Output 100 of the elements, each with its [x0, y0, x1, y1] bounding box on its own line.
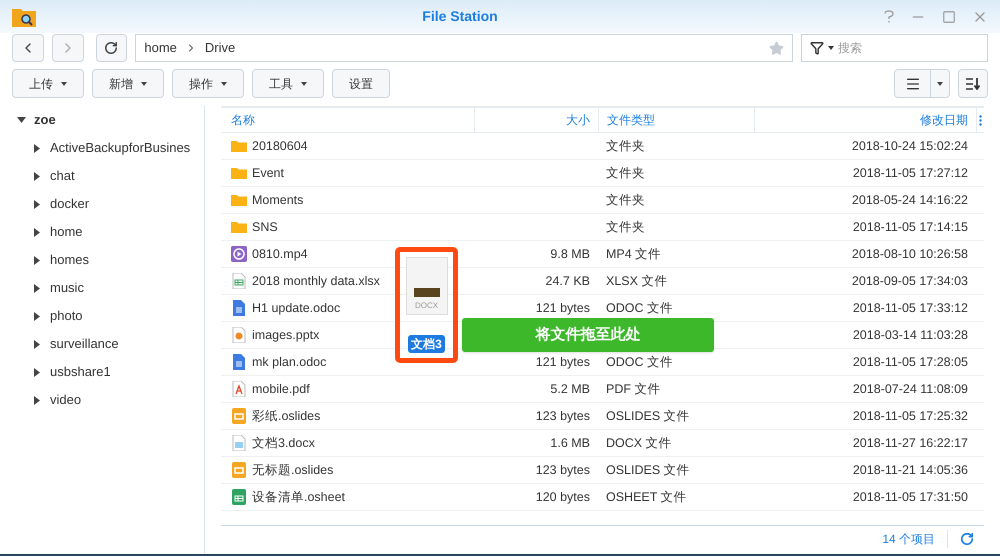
- caret-down-icon[interactable]: [16, 117, 26, 123]
- modified-date: 2018-08-10 10:26:58: [852, 246, 968, 263]
- column-header[interactable]: 名称: [221, 111, 474, 129]
- file-name[interactable]: 0810.mp4: [252, 244, 308, 264]
- refresh-button[interactable]: [96, 34, 128, 62]
- caret-right-icon[interactable]: [34, 144, 40, 152]
- tree-item[interactable]: chat: [50, 166, 75, 186]
- caret-down-icon: [61, 82, 67, 86]
- refresh-icon[interactable]: [960, 532, 974, 546]
- tree-item[interactable]: homes: [50, 250, 90, 270]
- file-size: 5.2 MB: [550, 380, 590, 398]
- file-size: 121 bytes: [536, 354, 590, 371]
- caret-right-icon[interactable]: [34, 340, 40, 348]
- path-field[interactable]: home Drive: [135, 34, 794, 62]
- file-type: 文件夹: [606, 138, 645, 155]
- caret-right-icon[interactable]: [34, 256, 40, 264]
- item-count: 14 个项目: [882, 531, 935, 548]
- modified-date: 2018-03-14 11:03:28: [852, 326, 968, 344]
- modified-date: 2018-07-24 11:08:09: [852, 380, 968, 398]
- folder-icon: [231, 192, 247, 208]
- file-label: 文档3: [408, 335, 445, 353]
- file-type: PDF 文件: [606, 380, 660, 398]
- filter-icon[interactable]: [810, 41, 824, 55]
- column-header[interactable]: 修改日期: [754, 108, 976, 132]
- file-name[interactable]: SNS: [252, 218, 278, 236]
- folder-icon: [231, 165, 247, 181]
- file-type: MP4 文件: [606, 246, 662, 263]
- file-name[interactable]: 设备清单.osheet: [252, 488, 346, 506]
- image-thumbnail: [414, 288, 440, 297]
- file-name[interactable]: 20180604: [252, 136, 308, 156]
- slides-icon: [231, 408, 247, 424]
- file-name[interactable]: 彩纸.oslides: [252, 406, 320, 426]
- file-name[interactable]: mobile.pdf: [252, 380, 310, 398]
- tree-root-label[interactable]: zoe: [34, 110, 56, 130]
- toolbar-button[interactable]: 新增: [92, 69, 164, 98]
- help-icon[interactable]: [884, 10, 894, 23]
- search-input[interactable]: 搜索: [838, 39, 968, 57]
- toolbar-button[interactable]: 工具: [252, 69, 324, 98]
- tree-item[interactable]: home: [50, 222, 83, 242]
- file-size: 24.7 KB: [546, 272, 590, 290]
- file-name[interactable]: H1 update.odoc: [252, 298, 340, 318]
- file-size: 1.6 MB: [550, 434, 590, 452]
- caret-down-icon: [937, 82, 943, 86]
- tree-item[interactable]: surveillance: [50, 334, 119, 354]
- file-type: 文件夹: [606, 164, 645, 182]
- file-name[interactable]: 2018 monthly data.xlsx: [252, 272, 380, 290]
- file-type: OSLIDES 文件: [606, 408, 690, 425]
- file-name[interactable]: Moments: [252, 190, 304, 210]
- file-name[interactable]: 文档3.docx: [252, 434, 315, 452]
- caret-right-icon[interactable]: [34, 284, 40, 292]
- caret-right-icon[interactable]: [34, 312, 40, 320]
- tree-item[interactable]: ActiveBackupforBusines: [50, 138, 190, 158]
- file-type: XLSX 文件: [606, 272, 668, 290]
- pdf-icon: [231, 381, 247, 397]
- breadcrumb[interactable]: Drive: [204, 38, 236, 58]
- toolbar-button[interactable]: 设置: [332, 69, 390, 98]
- tree-item[interactable]: music: [50, 278, 84, 298]
- tree-item[interactable]: photo: [50, 306, 83, 326]
- play-circle-icon: [231, 246, 247, 262]
- file-type: DOCX 文件: [606, 434, 672, 452]
- drag-ghost[interactable]: DOCX 文档3: [395, 247, 458, 363]
- spreadsheet-icon: [231, 489, 247, 505]
- file-size: 123 bytes: [536, 462, 590, 479]
- caret-right-icon[interactable]: [34, 228, 40, 236]
- caret-right-icon[interactable]: [34, 368, 40, 376]
- tree-item[interactable]: video: [50, 390, 82, 410]
- file-type: OSLIDES 文件: [606, 462, 690, 479]
- modified-date: 2018-11-05 17:33:12: [852, 300, 968, 317]
- breadcrumb[interactable]: home: [144, 38, 177, 58]
- file-name[interactable]: Event: [252, 164, 284, 182]
- column-menu-icon[interactable]: [979, 114, 982, 126]
- modified-date: 2018-11-05 17:25:32: [852, 408, 968, 425]
- column-header[interactable]: 文件类型: [598, 108, 754, 132]
- view-mode-button[interactable]: [894, 69, 950, 98]
- modified-date: 2018-11-21 14:05:36: [852, 462, 968, 479]
- file-name[interactable]: 无标题.oslides: [252, 460, 334, 480]
- sort-button[interactable]: [958, 69, 988, 98]
- modified-date: 2018-10-24 15:02:24: [852, 138, 968, 155]
- tree-item[interactable]: docker: [50, 194, 90, 214]
- tree-item[interactable]: usbshare1: [50, 362, 111, 382]
- caret-right-icon[interactable]: [34, 396, 40, 404]
- search-field[interactable]: 搜索: [801, 34, 988, 62]
- star-icon[interactable]: [769, 40, 784, 56]
- modified-date: 2018-09-05 17:34:03: [852, 272, 968, 290]
- pie-document-icon: [231, 327, 247, 343]
- caret-down-icon[interactable]: [828, 46, 834, 50]
- file-size: 121 bytes: [536, 300, 590, 317]
- caret-right-icon[interactable]: [34, 200, 40, 208]
- toolbar-button[interactable]: 操作: [172, 69, 244, 98]
- modified-date: 2018-11-05 17:28:05: [852, 354, 968, 371]
- file-type: ODOC 文件: [606, 300, 673, 317]
- column-header[interactable]: 大小: [474, 108, 598, 132]
- file-size: 123 bytes: [536, 408, 590, 425]
- list-view-icon: [904, 76, 920, 92]
- document-icon: [231, 354, 247, 370]
- caret-right-icon[interactable]: [34, 172, 40, 180]
- maximize-icon[interactable]: [942, 10, 956, 24]
- toolbar-button[interactable]: 上传: [12, 69, 84, 98]
- file-name[interactable]: mk plan.odoc: [252, 352, 326, 372]
- file-name[interactable]: images.pptx: [252, 326, 320, 344]
